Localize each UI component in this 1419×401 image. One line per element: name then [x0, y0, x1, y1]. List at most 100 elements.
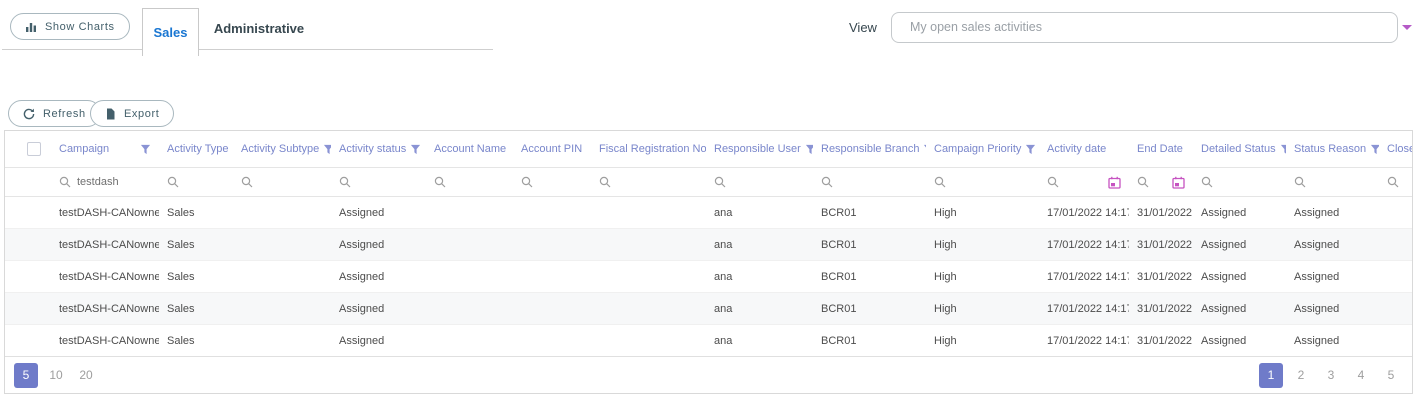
filter-close[interactable]	[1379, 168, 1413, 196]
column-header-activity-date[interactable]: Activity date	[1039, 143, 1129, 155]
cell-activity-date: 17/01/2022 14:17	[1039, 207, 1129, 219]
page-size-20[interactable]: 20	[74, 363, 98, 388]
cell-end-date: 31/01/2022	[1129, 335, 1193, 347]
filter-account-name[interactable]	[426, 168, 513, 196]
cell-responsible-user: ana	[706, 271, 813, 283]
table-row[interactable]: testDASH-CANowner Sales Assigned ana BCR…	[5, 325, 1413, 357]
funnel-icon[interactable]	[801, 144, 813, 155]
filter-activity-status[interactable]	[331, 168, 426, 196]
column-header-close[interactable]: Close	[1379, 143, 1413, 155]
search-icon	[1201, 176, 1213, 188]
search-icon	[599, 176, 611, 188]
tab-administrative-label: Administrative	[214, 21, 304, 36]
filter-responsible-user[interactable]	[706, 168, 813, 196]
search-icon	[434, 176, 446, 188]
cell-status-reason: Assigned	[1286, 335, 1379, 347]
caret-down-icon[interactable]	[1402, 25, 1412, 30]
refresh-label: Refresh	[43, 108, 86, 120]
filter-detailed-status[interactable]	[1193, 168, 1286, 196]
funnel-icon[interactable]	[136, 144, 151, 155]
cell-responsible-branch: BCR01	[813, 207, 926, 219]
search-icon	[167, 176, 179, 188]
search-icon	[714, 176, 726, 188]
activities-page: Show Charts Sales Administrative View My…	[0, 0, 1419, 401]
view-select[interactable]: My open sales activities	[891, 12, 1398, 43]
cell-campaign: testDASH-CANowner	[51, 303, 159, 315]
view-select-value: My open sales activities	[910, 20, 1042, 34]
page-3[interactable]: 3	[1319, 363, 1343, 388]
file-icon	[105, 108, 116, 120]
column-header-campaign[interactable]: Campaign	[51, 143, 159, 155]
column-header-status-reason[interactable]: Status Reason	[1286, 143, 1379, 155]
filter-fiscal-registration-no[interactable]	[591, 168, 706, 196]
cell-activity-type: Sales	[159, 207, 233, 219]
cell-activity-status: Assigned	[331, 239, 426, 251]
filter-campaign-priority[interactable]	[926, 168, 1039, 196]
cell-campaign-priority: High	[926, 335, 1039, 347]
funnel-icon[interactable]	[1366, 144, 1379, 155]
filter-status-reason[interactable]	[1286, 168, 1379, 196]
pager-bar: 5 10 20 1 2 3 4 5	[5, 356, 1412, 393]
column-header-campaign-priority[interactable]: Campaign Priority	[926, 143, 1039, 155]
search-icon	[59, 176, 71, 188]
filter-activity-type[interactable]	[159, 168, 233, 196]
page-4[interactable]: 4	[1349, 363, 1373, 388]
page-5[interactable]: 5	[1379, 363, 1403, 388]
activities-table: Campaign Activity Type Activity Subtype …	[4, 130, 1413, 394]
filter-campaign[interactable]: testdash	[51, 168, 159, 196]
filter-account-pin[interactable]	[513, 168, 591, 196]
column-header-responsible-branch[interactable]: Responsible Branch	[813, 143, 926, 155]
filter-campaign-value: testdash	[77, 176, 119, 188]
search-icon	[339, 176, 351, 188]
page-2[interactable]: 2	[1289, 363, 1313, 388]
column-header-activity-status[interactable]: Activity status	[331, 143, 426, 155]
page-size-5[interactable]: 5	[14, 363, 38, 388]
search-icon	[521, 176, 533, 188]
funnel-icon[interactable]	[1021, 144, 1036, 155]
filter-responsible-branch[interactable]	[813, 168, 926, 196]
calendar-icon[interactable]	[1108, 176, 1121, 189]
column-header-detailed-status[interactable]: Detailed Status	[1193, 143, 1286, 155]
tab-administrative[interactable]: Administrative	[199, 8, 319, 49]
cell-status-reason: Assigned	[1286, 239, 1379, 251]
funnel-icon[interactable]	[1276, 144, 1286, 155]
column-header-account-name[interactable]: Account Name	[426, 143, 513, 155]
cell-activity-status: Assigned	[331, 335, 426, 347]
export-button[interactable]: Export	[90, 100, 174, 127]
table-row[interactable]: testDASH-CANowner Sales Assigned ana BCR…	[5, 293, 1413, 325]
cell-responsible-user: ana	[706, 239, 813, 251]
select-all-checkbox[interactable]	[27, 142, 41, 156]
refresh-icon	[23, 108, 35, 120]
show-charts-button[interactable]: Show Charts	[10, 13, 130, 40]
cell-status-reason: Assigned	[1286, 207, 1379, 219]
search-icon	[934, 176, 946, 188]
column-header-responsible-user[interactable]: Responsible User	[706, 143, 813, 155]
table-row[interactable]: testDASH-CANowner Sales Assigned ana BCR…	[5, 261, 1413, 293]
search-icon	[1137, 176, 1149, 188]
page-size-10[interactable]: 10	[44, 363, 68, 388]
search-icon	[1047, 176, 1059, 188]
calendar-icon[interactable]	[1172, 176, 1185, 189]
funnel-icon[interactable]	[319, 144, 331, 155]
cell-activity-type: Sales	[159, 303, 233, 315]
cell-end-date: 31/01/2022	[1129, 303, 1193, 315]
refresh-button[interactable]: Refresh	[8, 100, 101, 127]
filter-activity-date[interactable]	[1039, 168, 1129, 196]
page-1[interactable]: 1	[1259, 363, 1283, 388]
column-header-activity-type[interactable]: Activity Type	[159, 143, 233, 155]
cell-status-reason: Assigned	[1286, 271, 1379, 283]
column-header-fiscal-registration-no[interactable]: Fiscal Registration No	[591, 143, 706, 155]
column-header-activity-subtype[interactable]: Activity Subtype	[233, 143, 331, 155]
column-header-end-date[interactable]: End Date	[1129, 143, 1193, 155]
cell-activity-date: 17/01/2022 14:17	[1039, 303, 1129, 315]
table-row[interactable]: testDASH-CANowner Sales Assigned ana BCR…	[5, 229, 1413, 261]
filter-activity-subtype[interactable]	[233, 168, 331, 196]
page-list: 1 2 3 4 5	[1256, 363, 1406, 388]
filter-end-date[interactable]	[1129, 168, 1193, 196]
tab-sales[interactable]: Sales	[142, 8, 199, 56]
column-header-account-pin[interactable]: Account PIN	[513, 143, 591, 155]
table-row[interactable]: testDASH-CANowner Sales Assigned ana BCR…	[5, 197, 1413, 229]
funnel-icon[interactable]	[406, 144, 421, 155]
cell-activity-type: Sales	[159, 335, 233, 347]
cell-responsible-branch: BCR01	[813, 303, 926, 315]
